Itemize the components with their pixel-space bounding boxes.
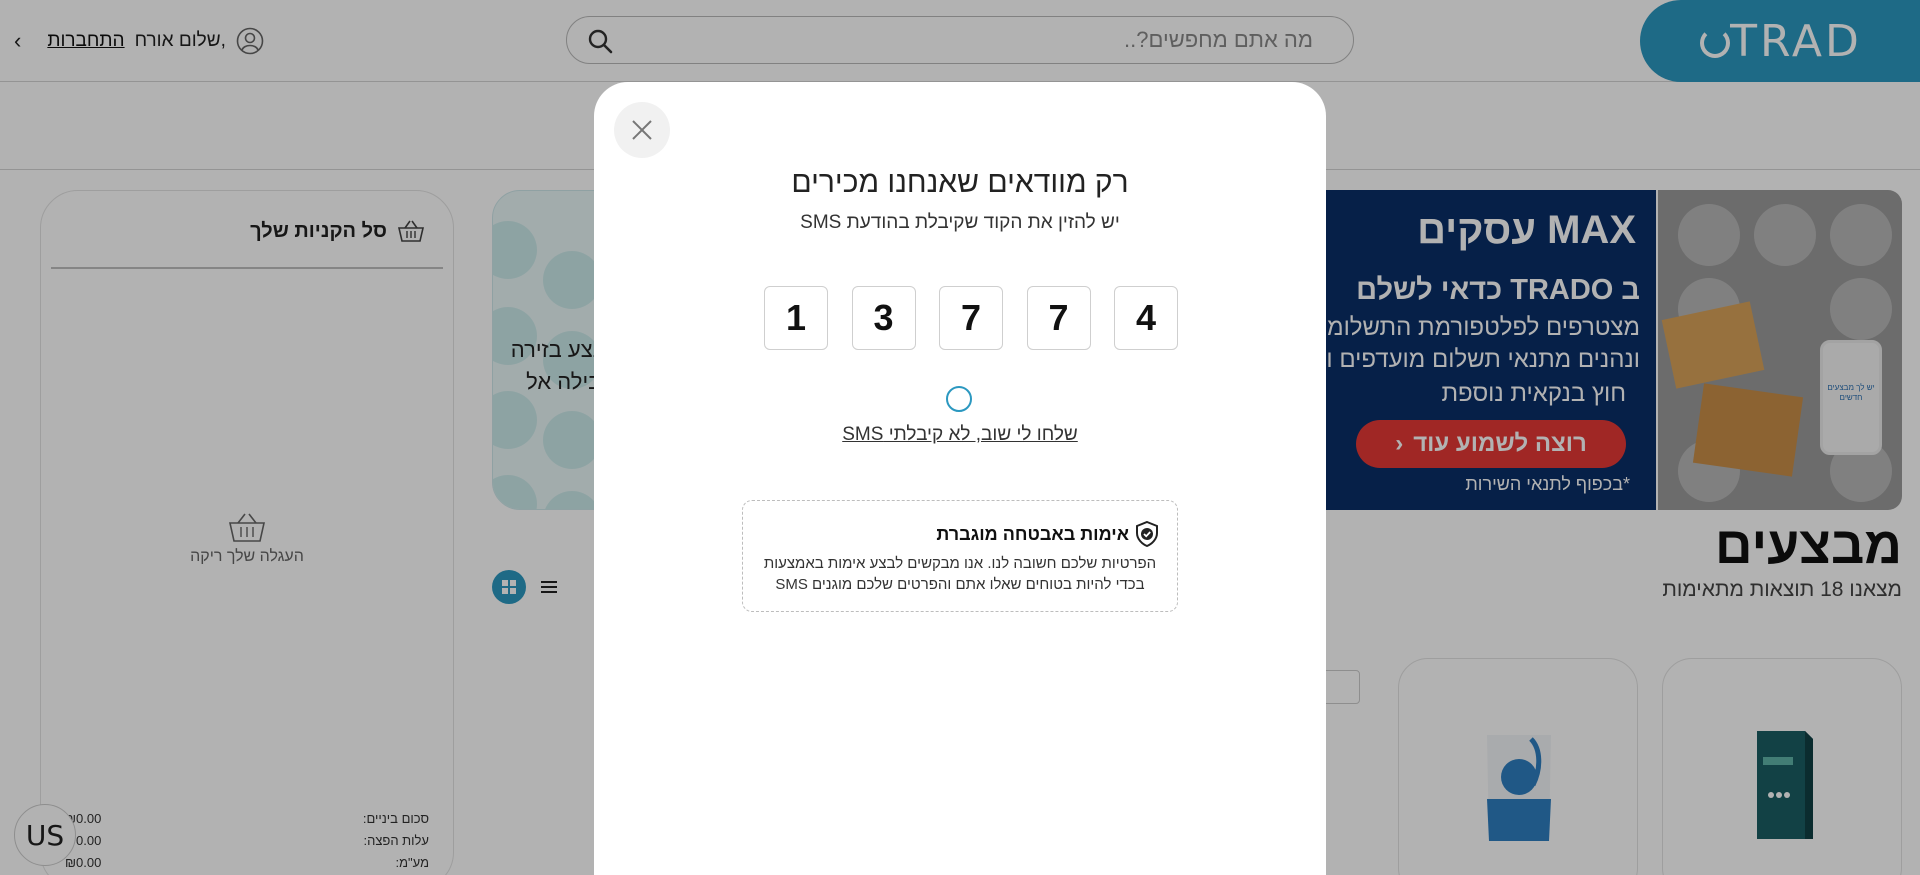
security-notice-body: הפרטיות שלכם חשובה לנו. אנו מבקשים לבצע … [761, 553, 1159, 595]
otp-digit-5[interactable] [1114, 286, 1178, 350]
verification-modal: רק מוודאים שאנחנו מכירים יש להזין את הקו… [594, 82, 1326, 875]
otp-code-inputs [764, 286, 1178, 350]
security-notice-header: אימות באבטחה מוגברת [761, 521, 1159, 547]
security-notice-line-2: בכדי להיות בטוחים שאלו אתם והפרטים שלכם … [775, 576, 1145, 593]
close-button[interactable] [614, 102, 670, 158]
otp-digit-3[interactable] [939, 286, 1003, 350]
otp-digit-4[interactable] [1026, 286, 1091, 350]
shield-check-icon [1136, 521, 1158, 547]
loading-spinner-icon [946, 386, 972, 412]
resend-sms-link[interactable]: שלחו לי שוב, לא קיבלתי SMS [842, 424, 1078, 445]
security-notice-title: אימות באבטחה מוגברת [936, 523, 1129, 544]
security-notice-line-1: הפרטיות שלכם חשובה לנו. אנו מבקשים לבצע … [763, 555, 1157, 572]
otp-digit-2[interactable] [851, 286, 916, 350]
modal-title: רק מוודאים שאנחנו מכירים [791, 166, 1129, 199]
resend-area: שלחו לי שוב, לא קיבלתי SMS [594, 424, 1326, 446]
close-icon [632, 120, 652, 140]
otp-digit-1[interactable] [764, 286, 828, 350]
security-notice: אימות באבטחה מוגברת הפרטיות שלכם חשובה ל… [742, 500, 1178, 612]
modal-subtitle: יש להזין את הקוד שקיבלת בהודעת SMS [800, 212, 1120, 233]
